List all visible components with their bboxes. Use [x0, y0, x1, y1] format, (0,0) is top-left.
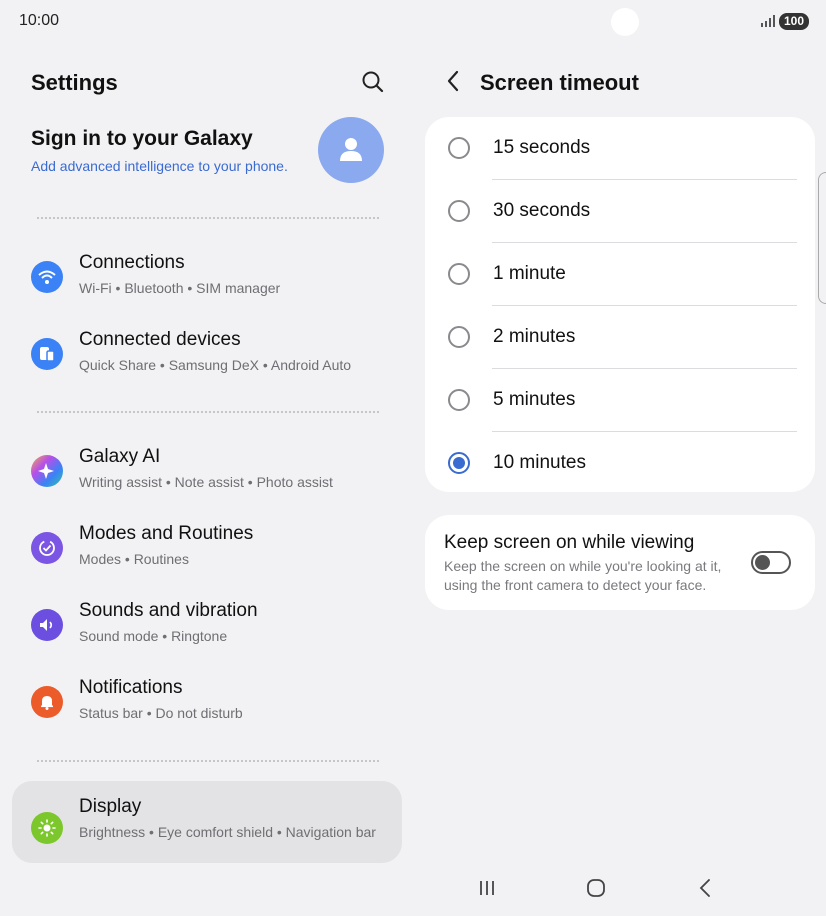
radio-button-selected[interactable]	[448, 452, 470, 474]
menu-item-galaxy-ai[interactable]: Galaxy AI Writing assist • Note assist •…	[12, 434, 402, 508]
timeout-option-10-minutes[interactable]: 10 minutes	[425, 432, 815, 495]
divider	[37, 760, 379, 762]
menu-item-subtitle: Wi-Fi • Bluetooth • SIM manager	[79, 280, 281, 296]
option-label: 2 minutes	[493, 326, 576, 347]
radio-button[interactable]	[448, 200, 470, 222]
menu-item-notifications[interactable]: Notifications Status bar • Do not distur…	[12, 665, 402, 739]
timeout-option-2-minutes[interactable]: 2 minutes	[425, 306, 815, 369]
signal-icon	[761, 15, 775, 27]
status-time: 10:00	[19, 12, 60, 29]
divider	[37, 411, 379, 413]
menu-item-connected-devices[interactable]: Connected devices Quick Share • Samsung …	[12, 317, 402, 391]
menu-item-subtitle: Quick Share • Samsung DeX • Android Auto	[79, 357, 352, 373]
back-arrow-icon[interactable]	[440, 66, 466, 96]
devices-icon	[31, 338, 63, 370]
account-title[interactable]: Sign in to your Galaxy	[31, 127, 253, 151]
option-label: 5 minutes	[493, 389, 576, 410]
menu-item-label: Sounds and vibration	[79, 600, 258, 621]
timeout-option-1-minute[interactable]: 1 minute	[425, 243, 815, 306]
menu-item-modes-and-routines[interactable]: Modes and Routines Modes • Routines	[12, 511, 402, 585]
radio-button[interactable]	[448, 326, 470, 348]
routine-icon	[31, 532, 63, 564]
menu-item-label: Connected devices	[79, 329, 241, 350]
menu-item-label: Display	[79, 796, 142, 817]
timeout-option-5-minutes[interactable]: 5 minutes	[425, 369, 815, 432]
menu-item-label: Notifications	[79, 677, 183, 698]
menu-item-label: Modes and Routines	[79, 523, 254, 544]
radio-button[interactable]	[448, 263, 470, 285]
home-icon[interactable]	[582, 876, 610, 900]
toggle-knob	[755, 555, 770, 570]
speaker-icon	[31, 609, 63, 641]
wifi-icon	[31, 261, 63, 293]
menu-item-label: Connections	[79, 252, 185, 273]
navigation-bar	[0, 862, 826, 916]
back-icon[interactable]	[692, 876, 720, 900]
timeout-option-15-seconds[interactable]: 15 seconds	[425, 117, 815, 180]
timeout-options-card: 15 seconds 30 seconds 1 minute 2 minutes…	[425, 117, 815, 492]
menu-item-display[interactable]: Display Brightness • Eye comfort shield …	[12, 781, 402, 863]
radio-button[interactable]	[448, 137, 470, 159]
divider	[37, 217, 379, 219]
bell-icon	[31, 686, 63, 718]
page-title: Screen timeout	[480, 70, 639, 95]
settings-title: Settings	[31, 70, 118, 95]
menu-item-connections[interactable]: Connections Wi-Fi • Bluetooth • SIM mana…	[12, 240, 402, 314]
keep-screen-description: Keep the screen on while you're looking …	[444, 558, 722, 593]
account-subtitle[interactable]: Add advanced intelligence to your phone.	[31, 158, 288, 174]
radio-button[interactable]	[448, 389, 470, 411]
option-label: 15 seconds	[493, 137, 591, 158]
menu-item-sounds-and-vibration[interactable]: Sounds and vibration Sound mode • Ringto…	[12, 588, 402, 662]
timeout-option-30-seconds[interactable]: 30 seconds	[425, 180, 815, 243]
search-icon[interactable]	[360, 69, 386, 95]
menu-item-subtitle: Writing assist • Note assist • Photo ass…	[79, 474, 333, 490]
keep-screen-toggle[interactable]	[751, 551, 791, 574]
person-icon	[340, 138, 362, 161]
screen-timeout-pane: Screen timeout 15 seconds 30 seconds 1 m…	[412, 44, 826, 916]
edge-panel-handle[interactable]	[818, 172, 826, 304]
menu-item-subtitle: Status bar • Do not disturb	[79, 705, 243, 721]
sparkle-icon	[31, 455, 63, 487]
keep-screen-on-setting[interactable]: Keep screen on while viewing Keep the sc…	[425, 515, 815, 610]
front-camera-cutout	[611, 8, 639, 36]
menu-item-label: Galaxy AI	[79, 446, 161, 467]
sun-icon	[31, 812, 63, 844]
battery-indicator: 100	[779, 13, 809, 30]
menu-item-subtitle: Sound mode • Ringtone	[79, 628, 228, 644]
status-bar: 10:00 100	[0, 0, 826, 44]
menu-item-subtitle: Modes • Routines	[79, 551, 189, 567]
option-label: 30 seconds	[493, 200, 591, 221]
menu-item-subtitle: Brightness • Eye comfort shield • Naviga…	[79, 824, 376, 840]
recent-apps-icon[interactable]	[473, 876, 501, 900]
option-label: 1 minute	[493, 263, 566, 284]
option-label: 10 minutes	[493, 452, 586, 473]
settings-pane: Settings Sign in to your Galaxy Add adva…	[0, 44, 412, 916]
keep-screen-title: Keep screen on while viewing	[444, 532, 695, 553]
avatar[interactable]	[318, 117, 384, 183]
